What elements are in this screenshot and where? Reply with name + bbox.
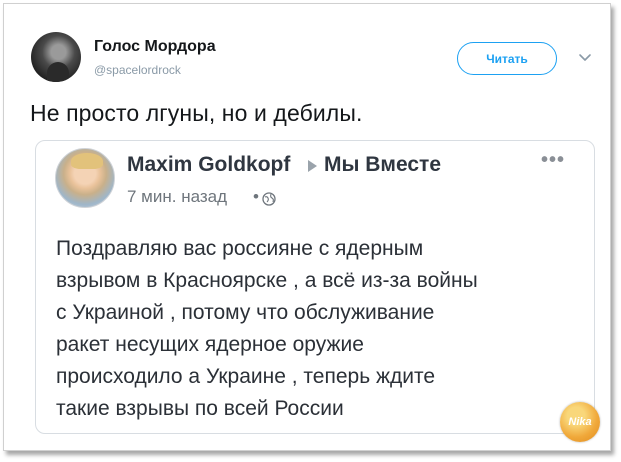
body-line: такие взрывы по всей России	[56, 397, 344, 420]
chevron-down-icon[interactable]	[578, 53, 592, 63]
body-line: Поздравляю вас россияне с ядерным	[56, 237, 424, 260]
quoted-body: Поздравляю вас россияне с ядерным взрыво…	[56, 233, 576, 425]
globe-icon	[262, 192, 276, 206]
body-line: с Украиной , потому что обслуживание	[56, 301, 435, 324]
time-separator: •	[253, 187, 259, 206]
post-timestamp[interactable]: 7 мин. назад	[127, 187, 227, 207]
arrow-right-icon	[308, 160, 317, 172]
quoted-avatar[interactable]	[55, 148, 115, 208]
quoted-author[interactable]: Maxim Goldkopf	[127, 153, 290, 177]
quoted-post[interactable]: Maxim Goldkopf Мы Вместе ••• 7 мин. наза…	[35, 140, 595, 434]
tweet-card: Голос Мордора @spacelordrock Читать Не п…	[3, 3, 611, 451]
avatar[interactable]	[31, 32, 81, 82]
more-options-button[interactable]: •••	[541, 149, 565, 172]
body-line: происходило а Украине , теперь ждите	[56, 365, 436, 388]
display-name[interactable]: Голос Мордора	[94, 38, 216, 56]
body-line: взрывом в Красноярске , а всё из-за войн…	[56, 269, 478, 292]
follow-button[interactable]: Читать	[457, 42, 557, 75]
body-line: ракет несущих ядерное оружие	[56, 333, 364, 356]
watermark-logo: Nika	[560, 402, 600, 442]
user-handle[interactable]: @spacelordrock	[94, 63, 181, 77]
tweet-text: Не просто лгуны, но и дебилы.	[30, 100, 363, 126]
quoted-group[interactable]: Мы Вместе	[324, 153, 441, 177]
